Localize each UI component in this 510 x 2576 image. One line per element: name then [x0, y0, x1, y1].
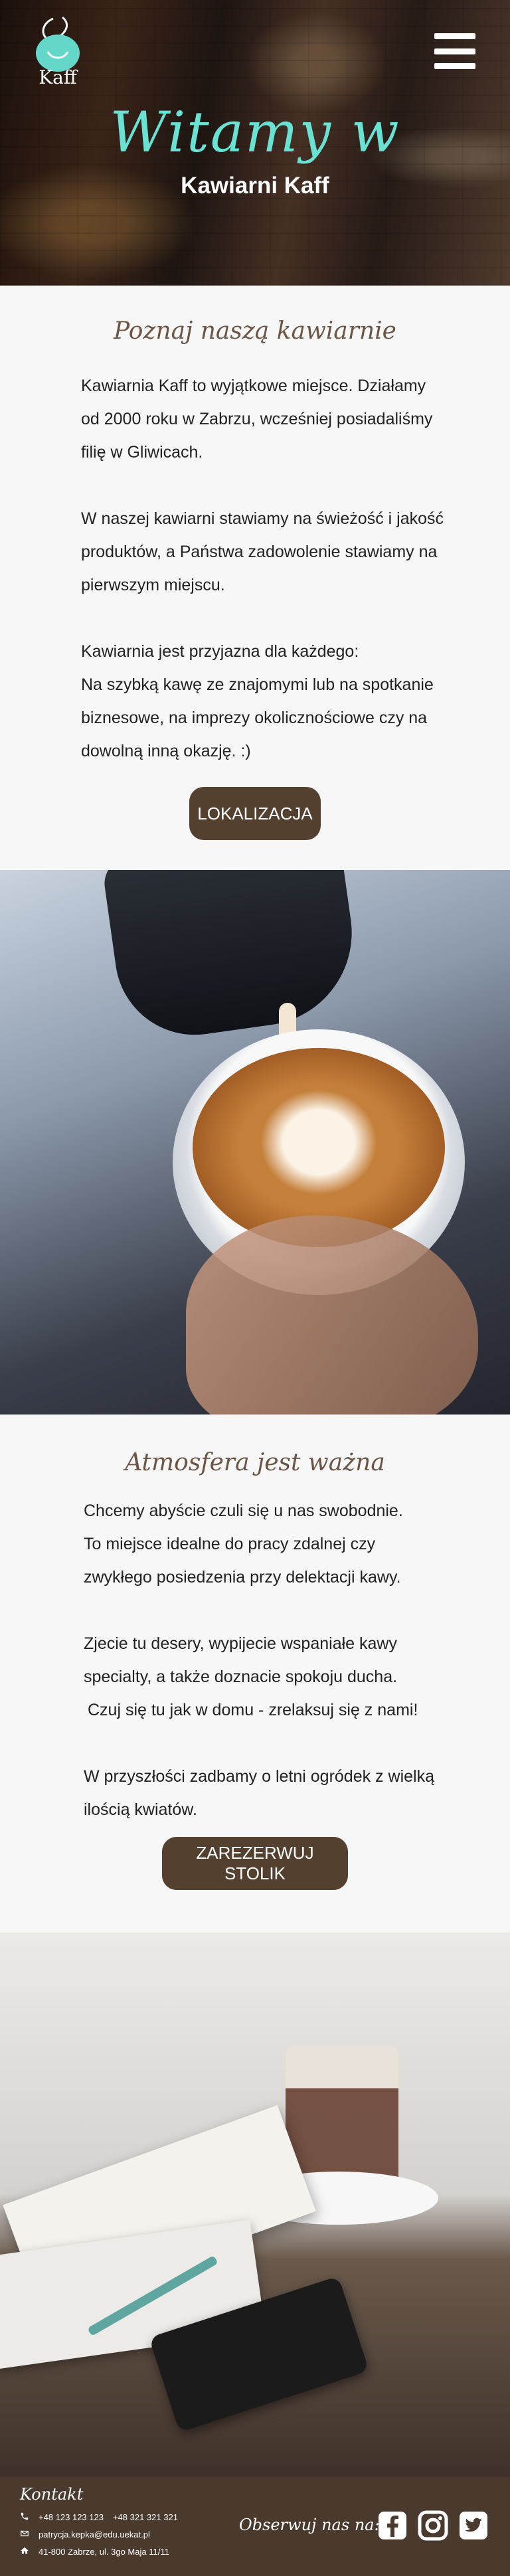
- email-link[interactable]: patrycja.kepka@edu.uekat.pl: [39, 2530, 150, 2539]
- atmosphere-text: Chcemy abyście czuli się u nas swobodnie…: [84, 1494, 456, 1826]
- about-line-2: od 2000 roku w Zabrzu, wcześniej posiada…: [81, 410, 433, 428]
- logo-text: Kaff: [39, 66, 77, 88]
- atmosphere-line-2: To miejsce idealne do pracy zdalnej czy: [84, 1535, 376, 1553]
- follow-title: Obserwuj nas na:: [239, 2516, 380, 2534]
- atmosphere-line-6: Czuj się tu jak w domu - zrelaksuj się z…: [88, 1701, 418, 1719]
- photo-hand: [186, 1215, 478, 1415]
- about-section: Poznaj naszą kawiarnie Kawiarnia Kaff to…: [0, 286, 510, 870]
- home-icon: [20, 2546, 29, 2557]
- about-line-1: Kawiarnia Kaff to wyjątkowe miejsce. Dzi…: [81, 377, 426, 395]
- address-text: 41-800 Zabrze, ul. 3go Maja 11/11: [39, 2547, 169, 2557]
- atmosphere-title: Atmosfera jest ważna: [125, 1449, 385, 1476]
- menu-bar: [434, 33, 475, 39]
- menu-bar: [434, 63, 475, 69]
- about-line-6: pierwszym miejscu.: [81, 576, 225, 594]
- atmosphere-section: Atmosfera jest ważna Chcemy abyście czul…: [0, 1415, 510, 1932]
- atmosphere-line-7: W przyszłości zadbamy o letni ogródek z …: [84, 1767, 434, 1786]
- email: patrycja.kepka@edu.uekat.pl: [20, 2529, 150, 2540]
- atmosphere-line-5: specialty, a także doznacie spokoju duch…: [84, 1668, 398, 1686]
- twitter-icon[interactable]: [458, 2510, 489, 2541]
- hero-title: Witamy w: [110, 100, 400, 165]
- about-line-9: biznesowe, na imprezy okolicznościowe cz…: [81, 709, 428, 727]
- menu-icon[interactable]: [434, 33, 475, 69]
- about-line-8: Na szybką kawę ze znajomymi lub na spotk…: [81, 675, 434, 694]
- about-line-10: dowolną inną okazję. :): [81, 742, 251, 760]
- about-line-3: filię w Gliwicach.: [81, 443, 203, 462]
- phone-number-2[interactable]: +48 321 321 321: [113, 2512, 178, 2522]
- hero: Kaff Witamy w Kawiarni Kaff: [0, 0, 510, 286]
- phone-icon: [20, 2512, 29, 2523]
- about-line-5: produktów, a Państwa zadowolenie stawiam…: [81, 543, 438, 561]
- contact-title: Kontakt: [20, 2485, 84, 2504]
- footer: Kontakt +48 123 123 123 +48 321 321 321 …: [0, 2477, 510, 2576]
- hero-subtitle: Kawiarni Kaff: [181, 173, 329, 199]
- logo[interactable]: Kaff: [29, 15, 86, 92]
- address: 41-800 Zabrze, ul. 3go Maja 11/11: [20, 2546, 169, 2557]
- desk-photo: [0, 1932, 510, 2477]
- atmosphere-line-3: zwykłego posiedzenia przy delektacji kaw…: [84, 1568, 401, 1587]
- phone-number-1[interactable]: +48 123 123 123: [39, 2512, 104, 2522]
- mail-icon: [20, 2529, 29, 2540]
- menu-bar: [434, 48, 475, 54]
- latte-photo: [0, 870, 510, 1415]
- atmosphere-line-1: Chcemy abyście czuli się u nas swobodnie…: [84, 1502, 403, 1520]
- about-line-7: Kawiarnia jest przyjazna dla każdego:: [81, 642, 359, 661]
- atmosphere-line-4: Zjecie tu desery, wypijecie wspaniałe ka…: [84, 1634, 397, 1653]
- atmosphere-line-8: ilością kwiatów.: [84, 1800, 197, 1819]
- phones: +48 123 123 123 +48 321 321 321: [20, 2512, 178, 2523]
- facebook-icon[interactable]: [377, 2510, 408, 2541]
- instagram-icon[interactable]: [418, 2510, 448, 2541]
- location-button[interactable]: LOKALIZACJA: [189, 787, 321, 840]
- photo-pitcher: [101, 870, 364, 1045]
- photo-latte-art: [252, 1082, 385, 1202]
- about-line-4: W naszej kawiarni stawiamy na świeżość i…: [81, 509, 444, 528]
- about-title: Poznaj naszą kawiarnie: [114, 317, 396, 345]
- reserve-table-button[interactable]: ZAREZERWUJ STOLIK: [162, 1837, 348, 1890]
- about-text: Kawiarnia Kaff to wyjątkowe miejsce. Dzi…: [81, 369, 453, 768]
